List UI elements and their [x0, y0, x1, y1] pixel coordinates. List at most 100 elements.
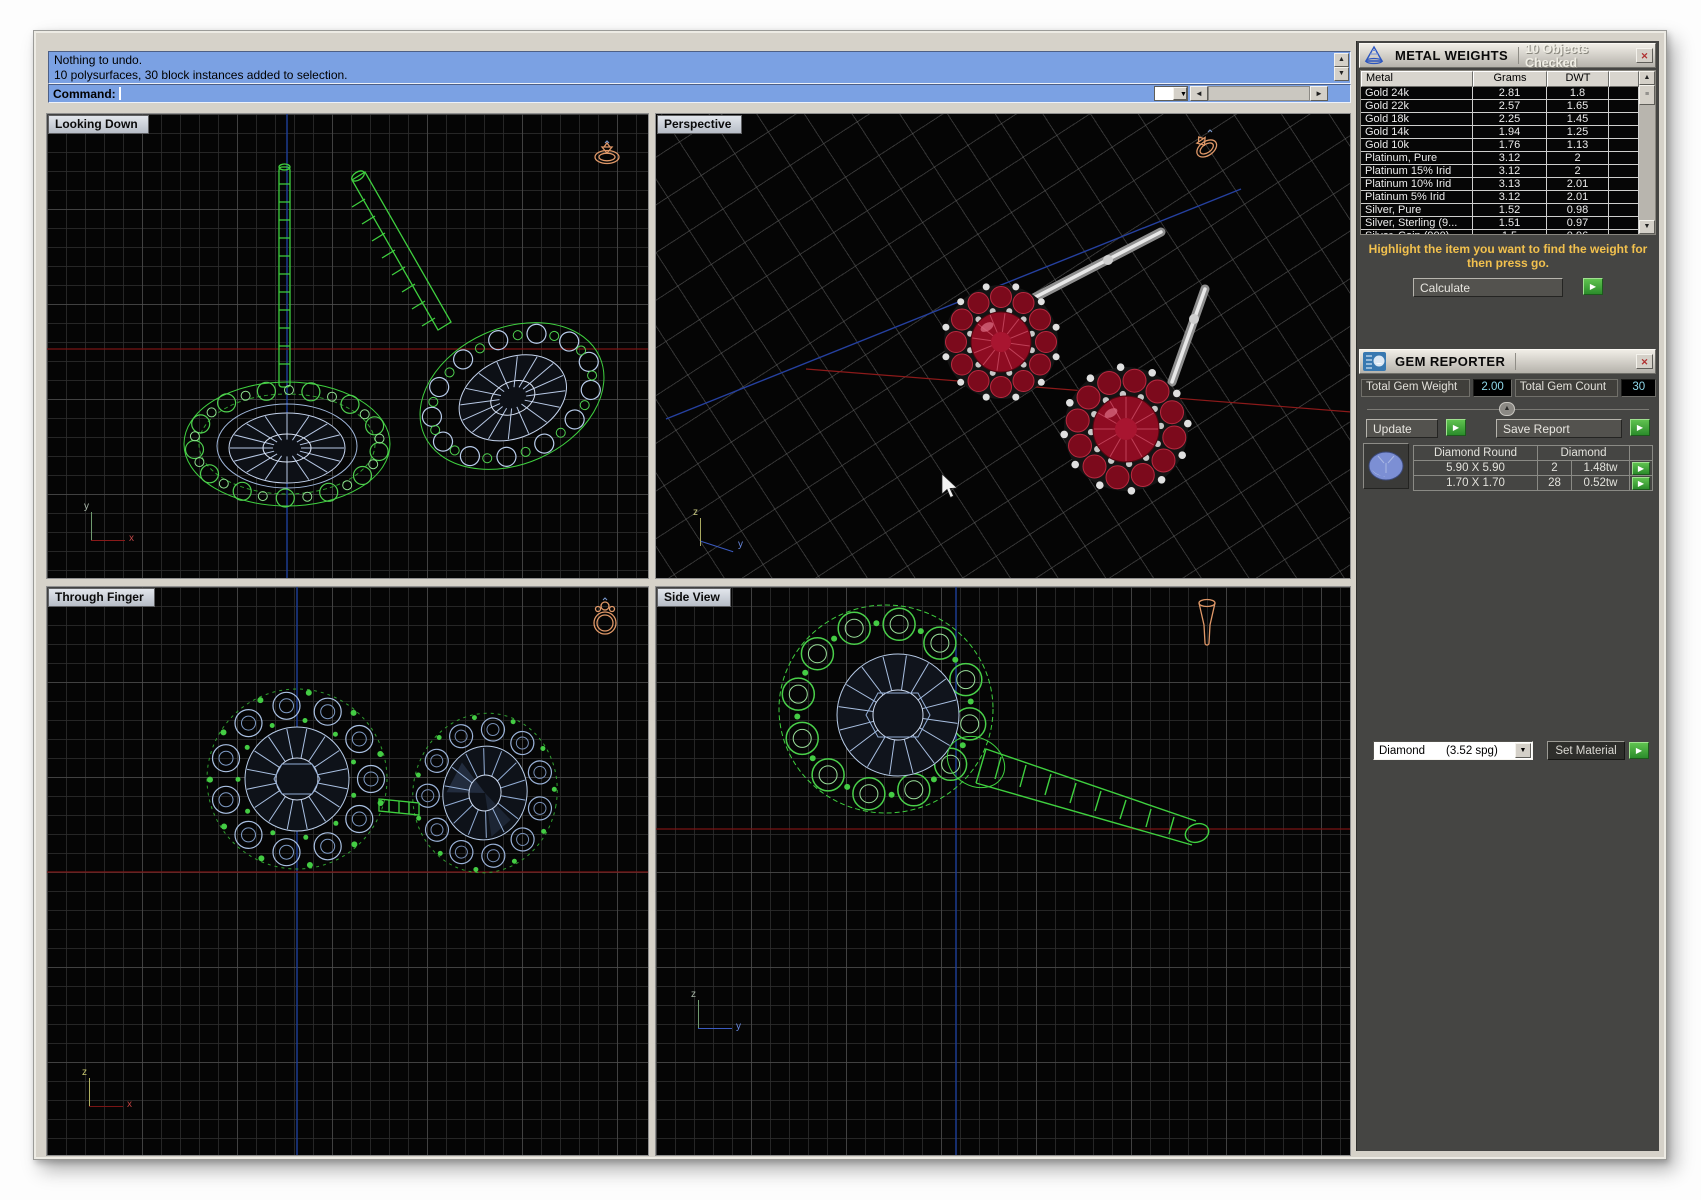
table-row[interactable]: Platinum 15% Irid3.122 — [1361, 165, 1655, 178]
stud-head-1 — [942, 283, 1059, 400]
objects-checked-status: 10 Objects Checked — [1525, 42, 1636, 70]
axis-h-label: x — [127, 1099, 132, 1110]
perspective-drawing — [656, 114, 1351, 579]
command-row[interactable]: Command: ▼ ◄ ► — [48, 84, 1351, 103]
command-scroll-track[interactable] — [1208, 86, 1310, 101]
table-row[interactable]: Silver, Coin (900)1.50.96 — [1361, 230, 1655, 235]
gem-reporter-header[interactable]: GEM REPORTER ✕ — [1359, 349, 1656, 374]
scrollbar-thumb[interactable]: ≡ — [1639, 85, 1655, 105]
update-button[interactable]: Update — [1366, 419, 1438, 438]
material-select[interactable]: Diamond (3.52 spg) ▼ — [1373, 741, 1533, 760]
table-row[interactable]: Platinum 5% Irid3.122.01 — [1361, 191, 1655, 204]
total-gem-count-value: 30 — [1621, 379, 1656, 397]
halo-head-right — [400, 702, 570, 885]
command-option-spinner[interactable]: ▼ — [1154, 86, 1188, 101]
stud-post-2 — [1172, 289, 1205, 382]
viewport-looking-down[interactable]: Looking Down — [46, 113, 649, 579]
column-header-dwt[interactable]: DWT — [1547, 71, 1609, 87]
axis-v-label: z — [691, 989, 696, 1000]
table-row[interactable]: Gold 24k2.811.8 — [1361, 87, 1655, 100]
command-scroll-right-icon[interactable]: ► — [1310, 86, 1328, 101]
gem-table-header: Diamond Round Diamond — [1414, 446, 1652, 461]
scroll-up-icon[interactable]: ▲ — [1334, 53, 1349, 67]
collapse-toggle-icon[interactable]: ▲ — [1499, 402, 1515, 416]
metal-weights-header[interactable]: METAL WEIGHTS 10 Objects Checked ✕ — [1359, 43, 1656, 68]
metal-weights-instruction: Highlight the item you want to find the … — [1361, 242, 1655, 270]
viewport-tab-perspective[interactable]: Perspective — [657, 115, 742, 134]
metal-weights-table[interactable]: Metal Grams DWT Gold 24k2.811.8 Gold 22k… — [1360, 70, 1656, 235]
earring-left-post — [279, 164, 290, 387]
gem-reporter-title: GEM REPORTER — [1395, 354, 1505, 369]
close-icon[interactable]: ✕ — [1636, 354, 1653, 369]
scroll-down-icon[interactable]: ▼ — [1334, 67, 1349, 81]
gem-row[interactable]: 1.70 X 1.70 28 0.52tw ▶ — [1414, 476, 1652, 491]
side-post — [976, 749, 1211, 846]
calculate-button[interactable]: Calculate — [1413, 278, 1563, 297]
table-row[interactable]: Silver, Pure1.520.98 — [1361, 204, 1655, 217]
table-row[interactable]: Silver, Sterling (9...1.510.97 — [1361, 217, 1655, 230]
axis-h-label: x — [129, 533, 134, 544]
column-header-grams[interactable]: Grams — [1473, 71, 1547, 87]
metal-table-scrollbar[interactable]: ▲ ≡ ▼ — [1639, 71, 1655, 234]
side-head — [779, 605, 1014, 813]
table-row[interactable]: Gold 18k2.251.45 — [1361, 113, 1655, 126]
viewport-perspective[interactable]: Perspective — [655, 113, 1351, 579]
viewport-tab-side-view[interactable]: Side View — [657, 588, 731, 607]
text-caret — [119, 87, 121, 100]
axis-v-label: z — [693, 507, 698, 518]
axis-h-label: y — [738, 539, 743, 550]
calculate-go-icon[interactable]: ▶ — [1583, 278, 1603, 295]
gem-header-blank — [1630, 446, 1652, 460]
viewport-tab-looking-down[interactable]: Looking Down — [48, 115, 149, 134]
right-panel: METAL WEIGHTS 10 Objects Checked ✕ Metal… — [1356, 41, 1659, 1151]
total-gem-weight-label: Total Gem Weight — [1361, 379, 1470, 397]
gem-size: 1.70 X 1.70 — [1414, 476, 1538, 490]
table-row[interactable]: Gold 10k1.761.13 — [1361, 139, 1655, 152]
gem-thumbnail-image — [1364, 444, 1408, 488]
earring-right-post — [350, 169, 451, 330]
gem-thumbnail[interactable] — [1363, 443, 1409, 489]
update-go-icon[interactable]: ▶ — [1446, 419, 1466, 436]
axis-glyph: y x — [77, 502, 139, 552]
app-window: Nothing to undo. 10 polysurfaces, 30 blo… — [33, 30, 1667, 1160]
header-divider — [1518, 47, 1519, 64]
save-report-go-icon[interactable]: ▶ — [1630, 419, 1650, 436]
metal-weights-title: METAL WEIGHTS — [1395, 48, 1508, 63]
viewport-tab-through-finger[interactable]: Through Finger — [48, 588, 155, 607]
metal-table-header-row: Metal Grams DWT — [1361, 71, 1655, 87]
metal-weights-icon — [1362, 45, 1387, 66]
spinner-dropdown-icon[interactable]: ▼ — [1173, 87, 1187, 100]
save-report-button[interactable]: Save Report — [1496, 419, 1622, 438]
viewport-through-finger[interactable]: Through Finger — [46, 586, 649, 1156]
set-material-button[interactable]: Set Material — [1547, 741, 1625, 760]
gem-go-icon[interactable]: ▶ — [1632, 462, 1650, 475]
table-row[interactable]: Gold 22k2.571.65 — [1361, 100, 1655, 113]
column-header-metal[interactable]: Metal — [1361, 71, 1473, 87]
table-row[interactable]: Platinum 10% Irid3.132.01 — [1361, 178, 1655, 191]
column-header-blank — [1609, 71, 1639, 87]
gem-size: 5.90 X 5.90 — [1414, 461, 1538, 475]
ring-view-icon — [1188, 126, 1222, 166]
gem-type-header: Diamond — [1538, 446, 1630, 460]
axis-h-label: y — [736, 1021, 741, 1032]
scroll-up-icon[interactable]: ▲ — [1639, 71, 1655, 85]
gem-table[interactable]: Diamond Round Diamond 5.90 X 5.90 2 1.48… — [1413, 445, 1653, 491]
gem-count: 2 — [1538, 461, 1572, 475]
history-scrollbar[interactable]: ▲ ▼ — [1334, 53, 1349, 82]
scroll-down-icon[interactable]: ▼ — [1639, 220, 1655, 234]
total-gem-weight-value: 2.00 — [1473, 379, 1511, 397]
history-line-1: Nothing to undo. — [54, 53, 1332, 68]
viewport-side-view[interactable]: Side View — [655, 586, 1351, 1156]
close-icon[interactable]: ✕ — [1636, 48, 1653, 63]
mouse-cursor — [942, 474, 957, 498]
set-material-go-icon[interactable]: ▶ — [1629, 742, 1649, 759]
command-scroll-left-icon[interactable]: ◄ — [1190, 86, 1208, 101]
gem-reporter-icon — [1362, 351, 1387, 372]
command-history[interactable]: Nothing to undo. 10 polysurfaces, 30 blo… — [48, 51, 1351, 84]
gem-row[interactable]: 5.90 X 5.90 2 1.48tw ▶ — [1414, 461, 1652, 476]
combo-dropdown-icon[interactable]: ▼ — [1515, 743, 1531, 758]
table-row[interactable]: Platinum, Pure3.122 — [1361, 152, 1655, 165]
history-line-2: 10 polysurfaces, 30 block instances adde… — [54, 68, 1332, 83]
gem-go-icon[interactable]: ▶ — [1632, 477, 1650, 490]
table-row[interactable]: Gold 14k1.941.25 — [1361, 126, 1655, 139]
